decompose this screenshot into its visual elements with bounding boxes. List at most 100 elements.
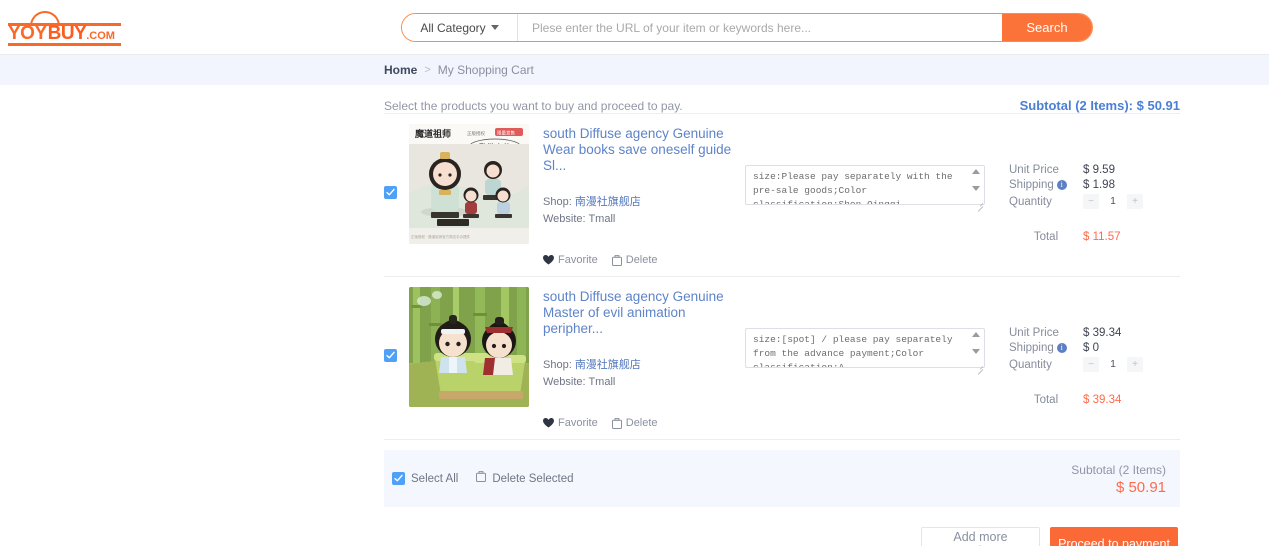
product-thumbnail[interactable] bbox=[409, 287, 529, 407]
item-info: south Diffuse agency Genuine Master of e… bbox=[543, 287, 739, 429]
quantity-decrease-button[interactable]: − bbox=[1083, 194, 1099, 209]
favorite-button[interactable]: Favorite bbox=[543, 254, 598, 266]
breadcrumb-separator-icon: > bbox=[424, 64, 431, 76]
shop-name-link[interactable]: 南漫社旗舰店 bbox=[575, 196, 641, 208]
heart-icon bbox=[543, 418, 554, 428]
proceed-to-payment-button[interactable]: Proceed to payment bbox=[1050, 527, 1178, 546]
trash-icon bbox=[611, 254, 622, 266]
spinner-down-icon[interactable] bbox=[971, 186, 980, 191]
favorite-label: Favorite bbox=[558, 254, 598, 266]
cart-footer-bar: Select All Delete Selected Subtotal (2 I… bbox=[384, 450, 1180, 507]
item-website-row: Website: Tmall bbox=[543, 374, 739, 391]
cart-item: 魔道祖师 正版授权 限量发售 致敬立体 bbox=[384, 114, 1180, 277]
item-note-wrap bbox=[745, 328, 985, 375]
quantity-increase-button[interactable]: + bbox=[1127, 357, 1143, 372]
favorite-button[interactable]: Favorite bbox=[543, 417, 598, 429]
search-input[interactable] bbox=[518, 14, 1002, 41]
spinner-up-icon[interactable] bbox=[971, 332, 980, 337]
breadcrumb-home-link[interactable]: Home bbox=[384, 63, 417, 77]
item-shop-row: Shop: 南漫社旗舰店 bbox=[543, 194, 739, 211]
product-thumbnail[interactable]: 魔道祖师 正版授权 限量发售 致敬立体 bbox=[409, 124, 529, 244]
logo-text-com: .COM bbox=[86, 30, 115, 42]
item-note-textarea[interactable] bbox=[745, 328, 985, 368]
svg-text:魔道祖师: 魔道祖师 bbox=[414, 128, 451, 139]
item-total-value: $ 39.34 bbox=[1083, 394, 1122, 406]
trash-icon bbox=[476, 471, 487, 486]
unit-price-label: Unit Price bbox=[1009, 164, 1059, 176]
unit-price-label: Unit Price bbox=[1009, 327, 1059, 339]
spinner-up-icon[interactable] bbox=[971, 169, 980, 174]
chevron-down-icon bbox=[490, 25, 499, 30]
item-note-textarea[interactable] bbox=[745, 165, 985, 205]
cart-summary-row: Select the products you want to buy and … bbox=[384, 85, 1180, 113]
product-title-link[interactable]: south Diffuse agency Genuine Wear books … bbox=[543, 126, 739, 174]
quantity-label: Quantity bbox=[1009, 195, 1052, 208]
textarea-resize-handle[interactable] bbox=[975, 200, 984, 212]
select-all-label: Select All bbox=[411, 472, 459, 485]
shipping-label: Shipping bbox=[1009, 179, 1054, 191]
search-bar: All Category Search bbox=[401, 13, 1093, 42]
quantity-value[interactable]: 1 bbox=[1099, 357, 1127, 372]
info-icon[interactable]: i bbox=[1056, 180, 1067, 190]
item-shop-row: Shop: 南漫社旗舰店 bbox=[543, 357, 739, 374]
delete-selected-label: Delete Selected bbox=[492, 472, 574, 485]
breadcrumb-current-page: My Shopping Cart bbox=[437, 63, 534, 77]
site-logo[interactable]: YOYBUY.COM bbox=[8, 10, 128, 46]
unit-price-value: $ 39.34 bbox=[1083, 327, 1122, 339]
note-spinner[interactable] bbox=[970, 169, 981, 191]
logo-text: YOYBUY.COM bbox=[8, 24, 115, 46]
shipping-value: $ 0 bbox=[1083, 342, 1099, 354]
heart-icon bbox=[543, 255, 554, 265]
search-button[interactable]: Search bbox=[1002, 14, 1092, 41]
favorite-label: Favorite bbox=[558, 417, 598, 429]
note-spinner[interactable] bbox=[970, 332, 981, 354]
shop-name-link[interactable]: 南漫社旗舰店 bbox=[575, 359, 641, 371]
item-note-wrap bbox=[745, 165, 985, 212]
footer-subtotal-label: Subtotal (2 Items) bbox=[1071, 462, 1166, 477]
breadcrumb: Home > My Shopping Cart bbox=[0, 55, 1269, 85]
cart-footer-right: Subtotal (2 Items) $ 50.91 bbox=[1071, 462, 1166, 496]
category-dropdown-label: All Category bbox=[420, 20, 486, 35]
delete-label: Delete bbox=[625, 417, 658, 429]
quantity-decrease-button[interactable]: − bbox=[1083, 357, 1099, 372]
shop-label: Shop: bbox=[543, 359, 572, 371]
item-info: south Diffuse agency Genuine Wear books … bbox=[543, 124, 739, 266]
trash-icon bbox=[611, 417, 622, 429]
product-title-link[interactable]: south Diffuse agency Genuine Master of e… bbox=[543, 289, 739, 337]
logo-text-buy: BUY bbox=[47, 23, 87, 44]
spinner-down-icon[interactable] bbox=[971, 349, 980, 354]
shipping-label-wrap: Shipping i bbox=[1009, 342, 1083, 354]
shop-label: Shop: bbox=[543, 196, 572, 208]
textarea-resize-handle[interactable] bbox=[975, 363, 984, 375]
cart-item-list: 魔道祖师 正版授权 限量发售 致敬立体 bbox=[384, 113, 1180, 440]
svg-text:限量发售: 限量发售 bbox=[497, 130, 515, 137]
item-select-checkbox[interactable] bbox=[384, 186, 397, 199]
quantity-increase-button[interactable]: + bbox=[1127, 194, 1143, 209]
shipping-value: $ 1.98 bbox=[1083, 179, 1115, 191]
quantity-stepper[interactable]: − 1 + bbox=[1083, 194, 1143, 209]
add-more-products-button[interactable]: Add more products bbox=[921, 527, 1040, 546]
category-dropdown[interactable]: All Category bbox=[402, 14, 518, 41]
item-actions: Favorite Delete bbox=[543, 417, 739, 429]
delete-selected-button[interactable]: Delete Selected bbox=[476, 471, 574, 486]
info-icon[interactable]: i bbox=[1056, 343, 1067, 353]
item-website-row: Website: Tmall bbox=[543, 211, 739, 228]
cart-hint-text: Select the products you want to buy and … bbox=[384, 99, 683, 113]
item-price-block: Unit Price $ 9.59 Shipping i $ 1.98 Quant… bbox=[1009, 164, 1180, 243]
cart-subtotal-top: Subtotal (2 Items): $ 50.91 bbox=[1019, 98, 1180, 113]
quantity-stepper[interactable]: − 1 + bbox=[1083, 357, 1143, 372]
website-value: Tmall bbox=[588, 376, 616, 388]
delete-button[interactable]: Delete bbox=[611, 417, 658, 429]
quantity-label: Quantity bbox=[1009, 358, 1052, 371]
site-header: YOYBUY.COM All Category Search bbox=[0, 0, 1269, 55]
website-label: Website: bbox=[543, 213, 586, 225]
cart-item: south Diffuse agency Genuine Master of e… bbox=[384, 277, 1180, 440]
delete-label: Delete bbox=[625, 254, 658, 266]
item-select-checkbox[interactable] bbox=[384, 349, 397, 362]
select-all-control[interactable]: Select All bbox=[392, 472, 458, 485]
select-all-checkbox[interactable] bbox=[392, 472, 405, 485]
shipping-label-wrap: Shipping i bbox=[1009, 179, 1083, 191]
quantity-value[interactable]: 1 bbox=[1099, 194, 1127, 209]
delete-button[interactable]: Delete bbox=[611, 254, 658, 266]
cart-footer-left: Select All Delete Selected bbox=[392, 471, 574, 486]
